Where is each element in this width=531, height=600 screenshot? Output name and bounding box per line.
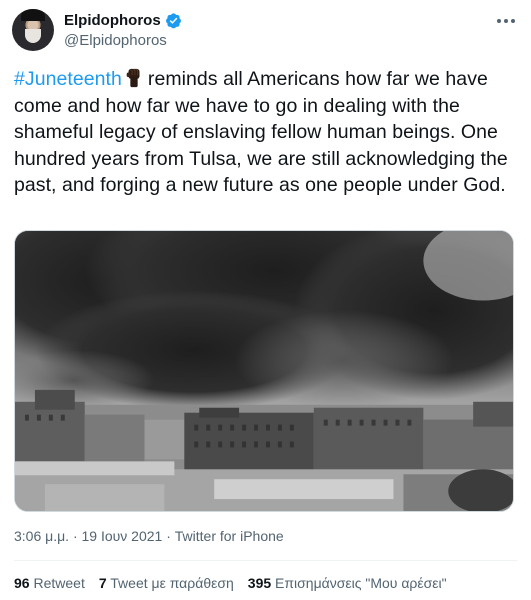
tweet-metadata: 3:06 μ.μ. · 19 Ιουν 2021 · Twitter for i… bbox=[14, 528, 284, 544]
tulsa-photo-image bbox=[15, 231, 513, 511]
author-name-row: Elpidophoros bbox=[64, 12, 182, 29]
likes-stat[interactable]: 395 Επισημάνσεις "Μου αρέσει" bbox=[248, 575, 447, 591]
quote-tweets-stat[interactable]: 7 Tweet με παράθεση bbox=[99, 575, 234, 591]
tweet-source-link[interactable]: Twitter for iPhone bbox=[175, 528, 284, 544]
more-options-icon[interactable] bbox=[495, 12, 517, 30]
likes-label: Επισημάνσεις "Μου αρέσει" bbox=[275, 575, 447, 591]
retweets-count: 96 bbox=[14, 575, 30, 591]
quote-tweets-label: Tweet με παράθεση bbox=[110, 575, 234, 591]
tweet-timestamp[interactable]: 3:06 μ.μ. · 19 Ιουν 2021 · bbox=[14, 528, 175, 544]
retweets-stat[interactable]: 96 Retweet bbox=[14, 575, 85, 591]
avatar-hat bbox=[21, 9, 45, 21]
likes-count: 395 bbox=[247, 575, 272, 591]
tweet-photo[interactable] bbox=[14, 230, 514, 512]
author-handle[interactable]: @Elpidophoros bbox=[64, 32, 167, 49]
retweets-label: Retweet bbox=[33, 575, 85, 591]
stats-divider bbox=[14, 560, 517, 561]
raised-fist-icon bbox=[126, 68, 140, 88]
verified-badge-icon bbox=[165, 13, 181, 29]
quote-tweets-count: 7 bbox=[98, 575, 107, 591]
avatar[interactable] bbox=[12, 9, 54, 51]
tweet-card: Elpidophoros @Elpidophoros #Juneteenth r… bbox=[0, 0, 531, 600]
avatar-beard bbox=[25, 29, 41, 43]
tweet-text: #Juneteenth reminds all Americans how fa… bbox=[14, 66, 519, 199]
hashtag-link[interactable]: #Juneteenth bbox=[14, 68, 122, 90]
tweet-stats: 96 Retweet 7 Tweet με παράθεση 395 Επιση… bbox=[14, 575, 447, 591]
author-display-name[interactable]: Elpidophoros bbox=[64, 12, 161, 29]
